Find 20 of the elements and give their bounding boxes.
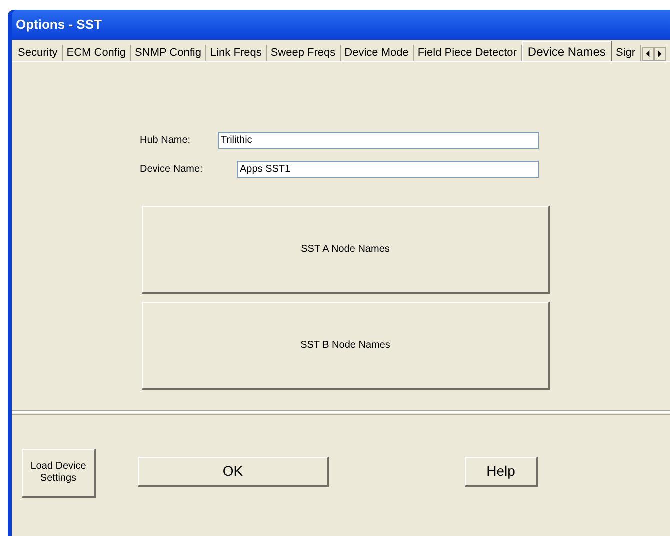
text-field[interactable]: Apps SST1 xyxy=(237,161,539,178)
field-label: Device Name: xyxy=(140,163,204,177)
scroll-left-icon[interactable] xyxy=(642,47,654,61)
node-names-button[interactable]: SST A Node Names xyxy=(142,206,550,294)
footer-button[interactable]: Help xyxy=(465,457,538,487)
field-label: Hub Name: xyxy=(140,134,192,148)
tab[interactable]: ECM Config xyxy=(62,45,132,61)
tab[interactable]: Sweep Freqs xyxy=(266,45,341,61)
tab[interactable]: Sigr xyxy=(612,45,640,61)
window-title: Options - SST xyxy=(16,16,102,34)
tab[interactable]: Security xyxy=(14,45,63,61)
tab[interactable]: Device Mode xyxy=(340,45,414,61)
node-names-button[interactable]: SST B Node Names xyxy=(142,302,550,390)
tab[interactable]: SNMP Config xyxy=(131,45,206,61)
tab[interactable]: Link Freqs xyxy=(206,45,267,61)
footer-button[interactable]: OK xyxy=(138,457,329,487)
tab[interactable]: Device Names xyxy=(522,41,612,61)
scroll-right-icon[interactable] xyxy=(654,47,666,61)
text-field[interactable]: Trilithic xyxy=(218,132,539,149)
footer-button[interactable]: Load Device Settings xyxy=(22,449,96,498)
